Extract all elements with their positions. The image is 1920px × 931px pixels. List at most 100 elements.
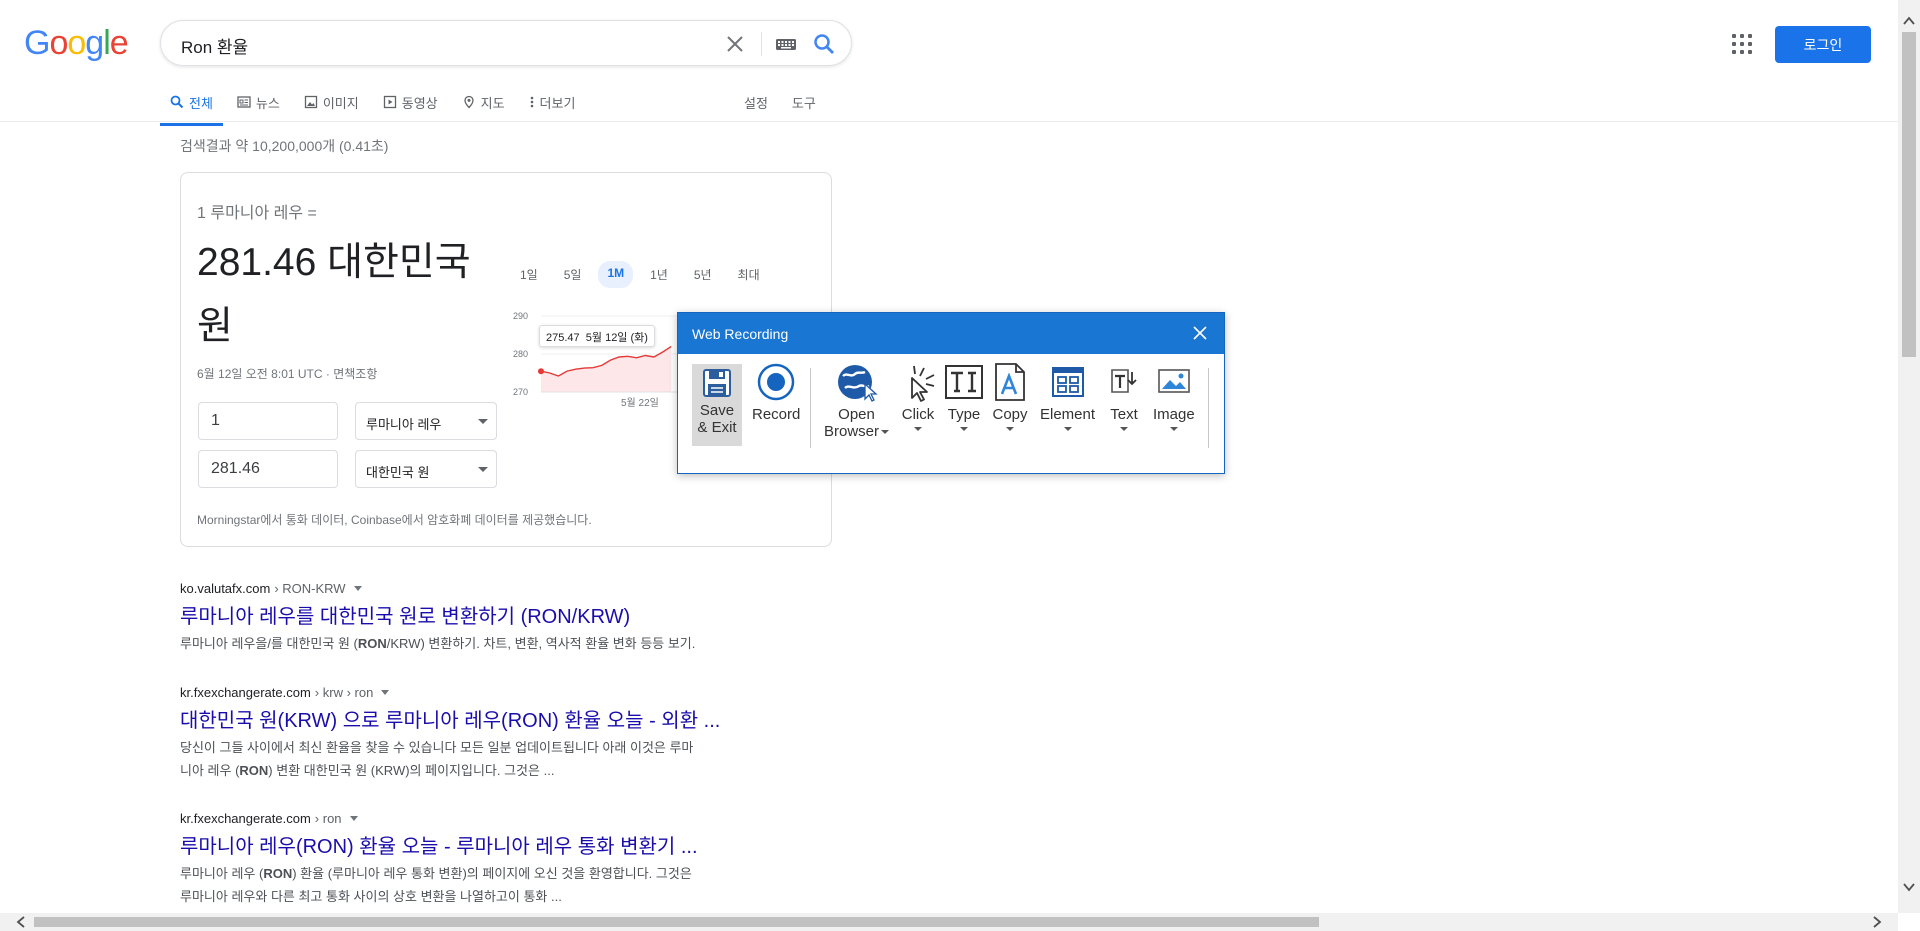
scroll-down-icon[interactable] [1902, 880, 1916, 894]
globe-cursor-icon [837, 365, 878, 402]
currency-to-select[interactable]: 대한민국 원 [355, 450, 497, 488]
copy-button[interactable]: Copy [992, 362, 1028, 431]
open-label-1: Open [838, 406, 875, 423]
result-path: › ron [314, 810, 342, 826]
chevron-down-icon [881, 429, 890, 434]
snippet-text: ) 변환 대한민국 원 (KRW)의 페이지입니다. 그것은 ... [268, 763, 555, 778]
snippet-line: 루마니아 레우 (RON) 환율 (루마니아 레우 통화 변환)의 페이지에 오… [180, 862, 800, 885]
tab-all[interactable]: 전체 [160, 86, 223, 126]
login-button[interactable]: 로그인 [1775, 26, 1871, 63]
tab-label: 더보기 [539, 95, 576, 111]
copy-label: Copy [992, 406, 1028, 423]
apps-grid-icon[interactable] [1730, 32, 1754, 56]
web-recording-dialog: Web Recording Save & Exit Record Open Br… [677, 312, 1225, 474]
range-1d[interactable]: 1일 [511, 261, 547, 288]
search-icon [170, 95, 184, 109]
text-extract-icon [1111, 369, 1137, 393]
range-5d[interactable]: 5일 [555, 261, 591, 288]
header-divider [0, 121, 1898, 122]
search-result: kr.fxexchangerate.com › krw › ron 대한민국 원… [180, 682, 800, 782]
text-input-icon [945, 365, 983, 399]
result-title[interactable]: 루마니아 레우를 대한민국 원로 변환하기 (RON/KRW) [180, 604, 800, 630]
tab-label: 이미지 [322, 95, 359, 111]
tooltip-value: 275.47 [546, 332, 580, 344]
chevron-down-icon[interactable] [381, 689, 390, 695]
chevron-down-icon [1169, 427, 1178, 431]
search-box[interactable]: Ron 환율 [160, 20, 852, 66]
snippet-text: 루마니아 레우 ( [180, 866, 264, 881]
range-max[interactable]: 최대 [729, 261, 769, 288]
result-cite[interactable]: ko.valutafx.com › RON-KRW [180, 578, 800, 598]
range-1y[interactable]: 1년 [641, 261, 677, 288]
scroll-up-icon[interactable] [1902, 14, 1916, 28]
tab-images[interactable]: 이미지 [304, 86, 359, 118]
snippet-line: 니아 레우 (RON) 변환 대한민국 원 (KRW)의 페이지입니다. 그것은… [180, 759, 800, 782]
dialog-titlebar[interactable]: Web Recording [678, 313, 1224, 354]
snippet-line: 루마니아 레우와 다른 최고 통화 사이의 상호 변환을 나열하고이 통화 ..… [180, 889, 562, 904]
record-label: Record [752, 406, 801, 423]
text-button[interactable]: Text [1106, 362, 1142, 431]
result-snippet: 당신이 그들 사이에서 최신 환율을 찾을 수 있습니다 모든 일분 업데이트됩… [180, 736, 800, 782]
google-logo[interactable]: Google [24, 24, 129, 63]
horizontal-scrollbar[interactable] [0, 913, 1898, 931]
result-title[interactable]: 대한민국 원(KRW) 으로 루마니아 레우(RON) 환율 오늘 - 외환 .… [180, 708, 800, 734]
y-tick-label: 290 [513, 311, 528, 321]
scroll-right-icon[interactable] [1870, 915, 1884, 929]
amount-to-input[interactable]: 281.46 [198, 450, 338, 488]
vertical-scroll-thumb[interactable] [1902, 32, 1916, 357]
element-button[interactable]: Element [1040, 362, 1095, 431]
type-button[interactable]: Type [944, 362, 984, 431]
rate-chart[interactable]: 290 280 270 5월 22일 [511, 308, 691, 408]
snippet-line: 당신이 그들 사이에서 최신 환율을 찾을 수 있습니다 모든 일분 업데이트됩… [180, 740, 694, 755]
tab-maps[interactable]: 지도 [462, 86, 505, 118]
open-browser-button[interactable]: Open Browser [824, 362, 890, 440]
save-exit-button[interactable]: Save & Exit [692, 364, 742, 446]
tab-more[interactable]: 더보기 [529, 86, 576, 118]
settings-link[interactable]: 설정 [744, 93, 768, 112]
search-icon[interactable] [811, 31, 837, 57]
image-label: Image [1153, 406, 1195, 423]
save-label-2: & Exit [697, 419, 737, 436]
result-cite[interactable]: kr.fxexchangerate.com › ron [180, 808, 800, 828]
cursor-click-icon [911, 365, 935, 402]
close-icon[interactable] [1192, 325, 1208, 341]
chevron-down-icon[interactable] [353, 585, 362, 591]
keyboard-icon[interactable] [773, 32, 799, 56]
record-button[interactable]: Record [752, 362, 800, 423]
dialog-title: Web Recording [692, 325, 789, 342]
chevron-down-icon [478, 419, 488, 424]
click-button[interactable]: Click [898, 362, 938, 431]
more-vert-icon [530, 96, 533, 108]
image-button[interactable]: Image [1153, 362, 1195, 431]
result-title[interactable]: 루마니아 레우(RON) 환율 오늘 - 루마니아 레우 통화 변환기 ... [180, 834, 800, 860]
result-snippet: 루마니아 레우 (RON) 환율 (루마니아 레우 통화 변환)의 페이지에 오… [180, 862, 800, 908]
currency-from-select[interactable]: 루마니아 레우 [355, 402, 497, 440]
amount-from-input[interactable]: 1 [198, 402, 338, 440]
tools-link[interactable]: 도구 [792, 93, 816, 112]
result-snippet: 루마니아 레우을/를 대한민국 원 (RON/KRW) 변환하기. 차트, 변환… [180, 632, 800, 655]
open-label-2: Browser [824, 423, 890, 440]
converter-timestamp: 6월 12일 오전 8:01 UTC · 면책조항 [197, 367, 378, 381]
range-5y[interactable]: 5년 [685, 261, 721, 288]
tab-videos[interactable]: 동영상 [383, 86, 438, 118]
element-label: Element [1040, 406, 1096, 423]
snippet-text: ) 환율 (루마니아 레우 통화 변환)의 페이지에 오신 것을 환영합니다. … [292, 866, 692, 881]
chevron-down-icon[interactable] [349, 815, 358, 821]
horizontal-scroll-thumb[interactable] [34, 917, 1319, 927]
video-icon [383, 95, 396, 109]
range-1m[interactable]: 1M [598, 261, 634, 288]
news-icon [237, 96, 251, 108]
converter-from-label: 1 루마니아 레우 = [197, 205, 317, 222]
snippet-text: 니아 레우 ( [180, 763, 240, 778]
currency-from-value: 루마니아 레우 [366, 417, 442, 432]
tab-news[interactable]: 뉴스 [237, 86, 280, 118]
search-input[interactable]: Ron 환율 [181, 33, 248, 58]
type-label: Type [947, 406, 981, 423]
chevron-down-icon [1006, 427, 1014, 431]
scroll-left-icon[interactable] [14, 915, 28, 929]
y-tick-label: 280 [513, 349, 528, 359]
vertical-scrollbar[interactable] [1898, 0, 1920, 913]
result-cite[interactable]: kr.fxexchangerate.com › krw › ron [180, 682, 800, 702]
clear-icon[interactable] [723, 32, 747, 56]
snippet-bold: RON [357, 636, 387, 651]
